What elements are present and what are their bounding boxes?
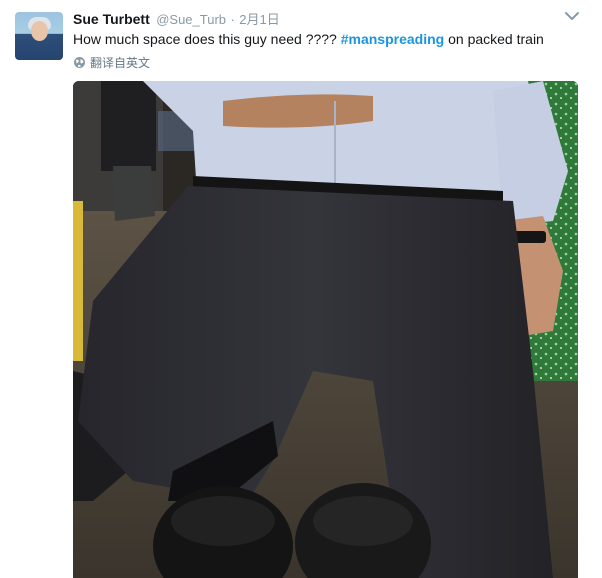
chevron-down-icon[interactable] <box>564 10 580 22</box>
photo-illustration <box>73 81 578 578</box>
separator-dot: · <box>230 12 235 27</box>
tweet-text: How much space does this guy need ???? #… <box>73 29 544 49</box>
author-name[interactable]: Sue Turbett <box>73 11 150 27</box>
translate-label: 翻译自英文 <box>90 56 151 70</box>
tweet-text-before: How much space does this guy need ???? <box>73 31 341 47</box>
tweet-text-after: on packed train <box>444 31 544 47</box>
author-handle[interactable]: @Sue_Turb <box>156 12 226 27</box>
hashtag-link[interactable]: #manspreading <box>341 31 444 47</box>
avatar[interactable] <box>15 12 63 60</box>
tweet-card: Sue Turbett @Sue_Turb · 2月1日 How much sp… <box>0 0 602 578</box>
avatar-face <box>31 21 48 41</box>
globe-icon <box>74 57 85 68</box>
translate-link[interactable]: 翻译自英文 <box>73 54 150 71</box>
timestamp[interactable]: 2月1日 <box>239 12 279 27</box>
tweet-header: Sue Turbett @Sue_Turb · 2月1日 <box>73 9 280 29</box>
tweet-photo[interactable] <box>73 81 578 578</box>
